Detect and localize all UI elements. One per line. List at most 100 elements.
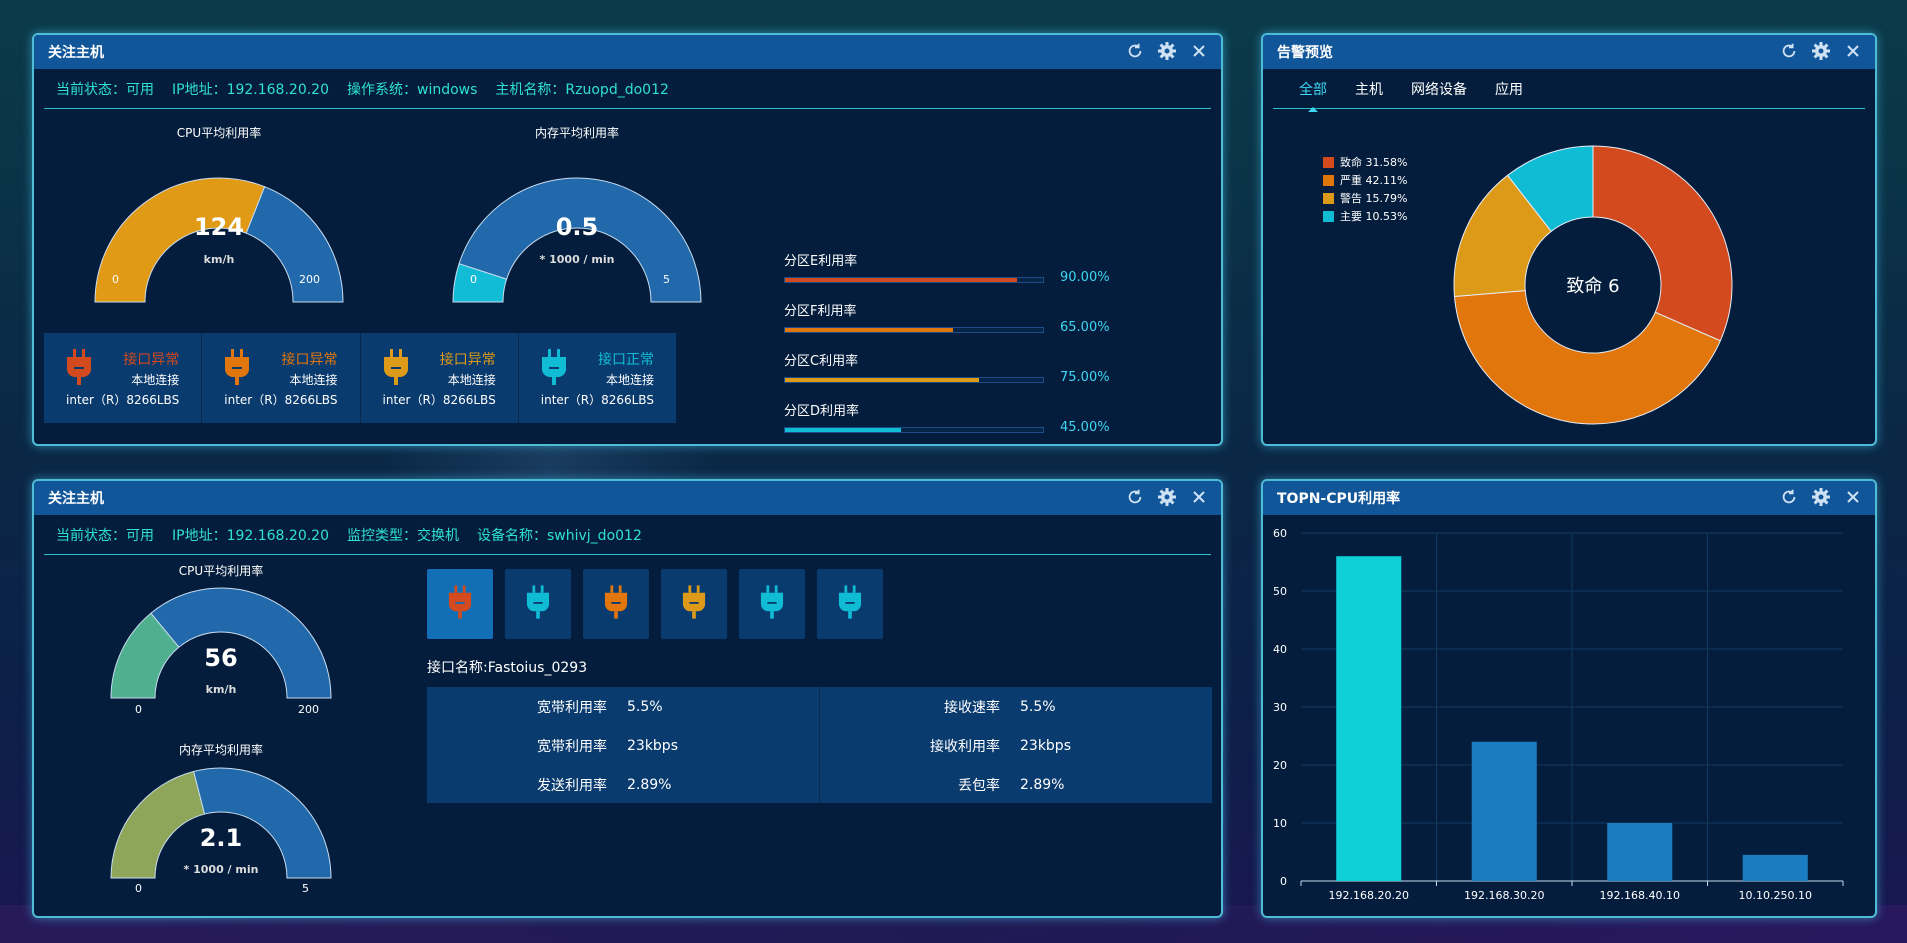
close-icon[interactable] <box>1843 41 1863 61</box>
memory-gauge-min: 0 <box>470 273 477 286</box>
tab-application[interactable]: 应用 <box>1495 79 1523 99</box>
panel-header: 告警预览 <box>1263 35 1875 69</box>
cpu-gauge-label: CPU平均利用率 <box>176 126 262 140</box>
interface-icon-button[interactable] <box>739 569 805 639</box>
cpu-gauge-unit: km/h <box>203 253 235 266</box>
panel-title: 关注主机 <box>48 45 104 61</box>
interface-icon-row <box>427 569 883 639</box>
plug-icon <box>448 585 472 623</box>
stats-row: 丢包率 2.89% <box>958 776 1065 794</box>
gear-icon[interactable] <box>1157 487 1177 507</box>
y-tick-label: 10 <box>1273 817 1287 830</box>
partition-fill <box>785 428 902 432</box>
refresh-icon[interactable] <box>1779 41 1799 61</box>
y-tick-label: 30 <box>1273 701 1287 714</box>
switch-info-bar: 当前状态：可用 IP地址：192.168.20.20 监控类型：交换机 设备名称… <box>44 515 1211 555</box>
memory-gauge-value: 0.5 <box>555 213 599 241</box>
interface-status: 接口正常 <box>598 352 654 368</box>
memory-gauge-label: 内存平均利用率 <box>178 743 263 757</box>
alarm-preview-panel: 告警预览 全部 主机 网络设备 应用 致命 31.58% 严重 42.11% 警… <box>1261 33 1877 446</box>
panel-title: 告警预览 <box>1277 45 1333 61</box>
partition-bar: 分区F利用率 65.00% <box>784 300 1110 335</box>
interface-icon-button[interactable] <box>817 569 883 639</box>
plug-icon <box>526 585 550 623</box>
host-info-bar: 当前状态：可用 IP地址：192.168.20.20 操作系统：windows … <box>44 69 1211 109</box>
stats-row: 接收速率 5.5% <box>944 698 1056 716</box>
tab-all[interactable]: 全部 <box>1299 79 1327 112</box>
interface-card[interactable]: 接口异常 本地连接 inter（R）8266LBS <box>44 333 203 423</box>
tab-network-device[interactable]: 网络设备 <box>1411 79 1467 99</box>
gear-icon[interactable] <box>1811 41 1831 61</box>
partition-percent: 65.00% <box>1060 320 1110 335</box>
pie-slice-致命[interactable] <box>1592 145 1733 342</box>
interface-icon-button[interactable] <box>661 569 727 639</box>
partition-fill <box>785 328 953 332</box>
interface-card[interactable]: 接口异常 本地连接 inter（R）8266LBS <box>361 333 519 423</box>
interface-icon-button[interactable] <box>505 569 571 639</box>
topn-cpu-bar-chart: 0 10 20 30 40 50 60 192.168.20.20 192.168.30.20 1… <box>1273 527 1844 902</box>
interface-icon-button[interactable] <box>583 569 649 639</box>
gear-icon[interactable] <box>1157 41 1177 61</box>
focus-host-panel: 关注主机 当前状态：可用 IP地址：192.168.20.20 操作系统：win… <box>32 33 1223 446</box>
refresh-icon[interactable] <box>1125 41 1145 61</box>
interface-device: inter（R）8266LBS <box>540 393 654 407</box>
refresh-icon[interactable] <box>1125 487 1145 507</box>
x-tick-label: 192.168.30.20 <box>1464 889 1544 902</box>
close-icon[interactable] <box>1189 487 1209 507</box>
info-monitor-type: 监控类型：交换机 <box>347 527 459 544</box>
interface-connection: 本地连接 <box>605 373 654 387</box>
panel-header: 关注主机 <box>34 35 1221 69</box>
partition-bar: 分区E利用率 90.00% <box>784 250 1110 285</box>
cpu-gauge-label: CPU平均利用率 <box>178 564 264 578</box>
close-icon[interactable] <box>1189 41 1209 61</box>
bar-192.168.20.20[interactable] <box>1336 556 1402 881</box>
gauge-remaining-arc <box>150 587 332 699</box>
interface-icon-button[interactable] <box>427 569 493 639</box>
panel-title: 关注主机 <box>48 491 104 507</box>
close-icon[interactable] <box>1843 487 1863 507</box>
y-tick-label: 40 <box>1273 643 1287 656</box>
legend-item[interactable]: 主要 10.53% <box>1323 207 1407 225</box>
info-status: 当前状态：可用 <box>56 81 154 98</box>
interface-status: 接口异常 <box>123 352 180 368</box>
plug-icon <box>838 585 862 623</box>
tab-host[interactable]: 主机 <box>1355 79 1383 99</box>
stats-column-right: 接收速率 5.5% 接收利用率 23kbps 丢包率 2.89% <box>819 687 1212 803</box>
plug-icon <box>541 349 567 389</box>
legend-item[interactable]: 致命 31.58% <box>1323 153 1407 171</box>
interface-connection: 本地连接 <box>131 373 180 387</box>
partition-label: 分区E利用率 <box>784 254 858 269</box>
plug-icon <box>604 585 628 623</box>
interface-device: inter（R）8266LBS <box>382 393 496 407</box>
plug-icon <box>224 349 250 389</box>
cpu-gauge-max: 200 <box>299 273 320 286</box>
memory-gauge-max: 5 <box>663 273 670 286</box>
stats-column-left: 宽带利用率 5.5% 宽带利用率 23kbps 发送利用率 2.89% <box>427 687 819 803</box>
refresh-icon[interactable] <box>1779 487 1799 507</box>
bar-192.168.30.20[interactable] <box>1471 741 1537 881</box>
alarm-tabs: 全部 主机 网络设备 应用 <box>1273 69 1865 112</box>
partition-percent: 45.00% <box>1060 420 1110 435</box>
interface-card[interactable]: 接口异常 本地连接 inter（R）8266LBS <box>202 333 361 423</box>
interface-card[interactable]: 接口正常 本地连接 inter（R）8266LBS <box>519 333 676 423</box>
memory-gauge-max: 5 <box>302 882 309 895</box>
x-tick-label: 10.10.250.10 <box>1739 889 1812 902</box>
background-decoration <box>380 440 720 480</box>
gear-icon[interactable] <box>1811 487 1831 507</box>
y-tick-label: 60 <box>1273 527 1287 540</box>
memory-gauge-unit: * 1000 / min <box>183 863 259 876</box>
bar-10.10.250.10[interactable] <box>1742 854 1808 881</box>
legend-item[interactable]: 严重 42.11% <box>1323 171 1407 189</box>
bar-192.168.40.10[interactable] <box>1607 823 1673 881</box>
cpu-gauge-unit: km/h <box>205 683 237 696</box>
info-device-name: 设备名称：swhivj_do012 <box>477 527 642 544</box>
stats-row: 接收利用率 23kbps <box>930 737 1071 755</box>
pie-legend: 致命 31.58% 严重 42.11% 警告 15.79% 主要 10.53% <box>1323 153 1407 225</box>
interface-connection: 本地连接 <box>447 373 496 387</box>
cpu-gauge-value: 124 <box>193 213 245 241</box>
partition-bar: 分区C利用率 75.00% <box>784 350 1110 385</box>
gauge-remaining-arc <box>245 186 344 303</box>
legend-item[interactable]: 警告 15.79% <box>1323 189 1407 207</box>
partition-fill <box>785 278 1018 282</box>
memory-gauge-min: 0 <box>135 882 142 895</box>
